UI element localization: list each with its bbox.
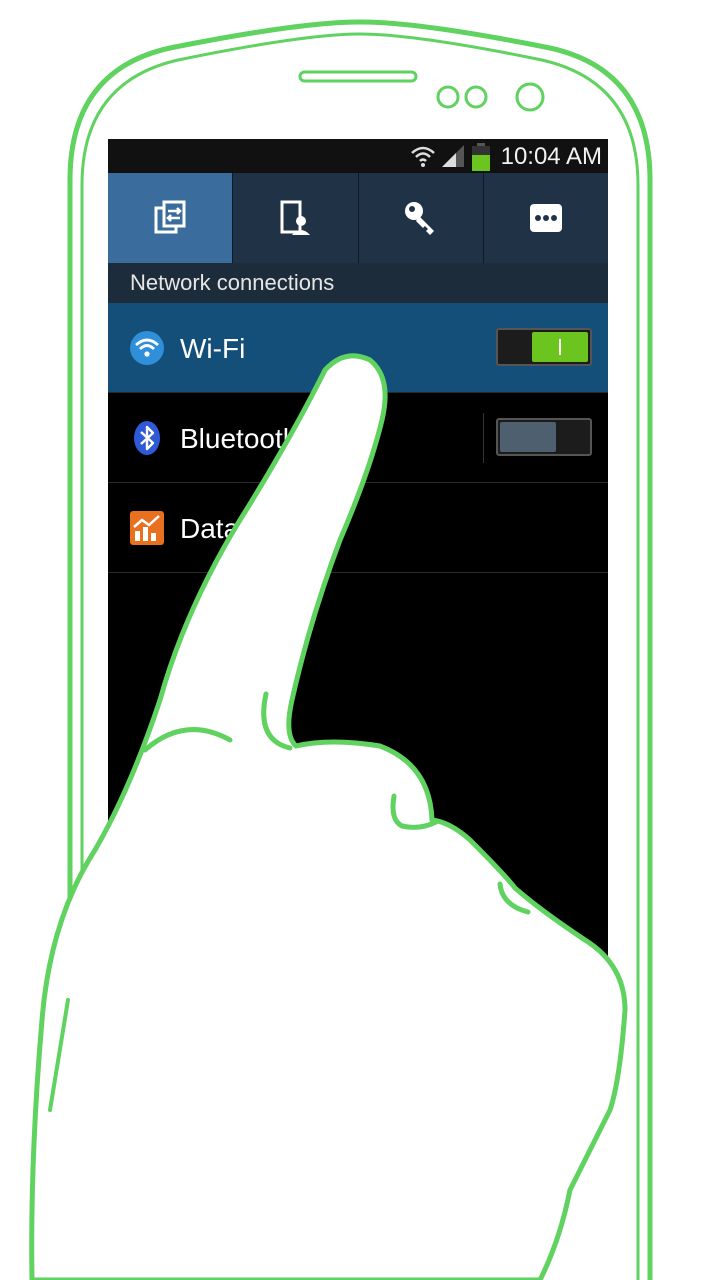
pointing-hand-illustration	[29, 353, 628, 1280]
